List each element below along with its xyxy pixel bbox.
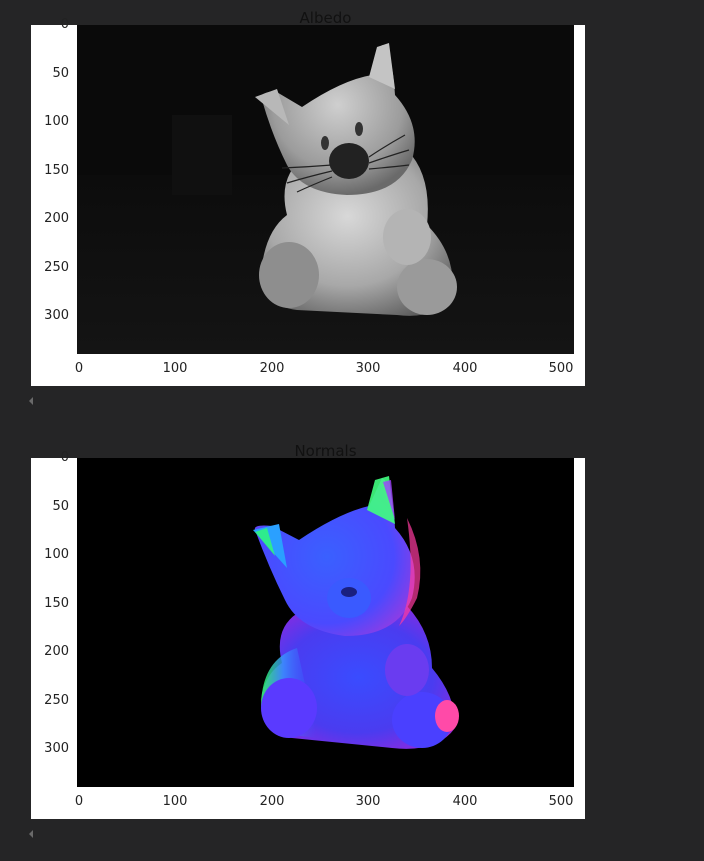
- y-tick-label: 50: [52, 66, 69, 81]
- albedo-figure: Albedo 0 50 100 150 200 250 300 0 100 20…: [31, 9, 585, 386]
- y-tick-label: 0: [60, 450, 69, 465]
- normals-image: [77, 458, 574, 787]
- y-tick-label: 200: [44, 644, 69, 659]
- x-tick-label: 0: [74, 794, 84, 809]
- y-tick-label: 150: [44, 596, 69, 611]
- x-tick-label: 100: [162, 361, 188, 376]
- x-tick-label: 500: [548, 361, 574, 376]
- x-tick-label: 200: [259, 361, 285, 376]
- x-tick-label: 300: [355, 361, 381, 376]
- y-tick-label: 50: [52, 499, 69, 514]
- x-tick-label: 500: [548, 794, 574, 809]
- y-tick-label: 100: [44, 114, 69, 129]
- x-tick-label: 300: [355, 794, 381, 809]
- y-tick-label: 300: [44, 741, 69, 756]
- normals-figure: Normals 0 50 100 150 200 250 300 0 100 2…: [31, 442, 585, 819]
- scroll-left-icon[interactable]: [29, 397, 33, 405]
- y-tick-label: 0: [60, 17, 69, 32]
- scroll-left-icon[interactable]: [29, 830, 33, 838]
- x-tick-label: 200: [259, 794, 285, 809]
- y-tick-label: 200: [44, 211, 69, 226]
- x-tick-label: 0: [74, 361, 84, 376]
- x-tick-label: 400: [452, 794, 478, 809]
- albedo-image: [77, 25, 574, 354]
- y-tick-label: 300: [44, 308, 69, 323]
- x-tick-label: 100: [162, 794, 188, 809]
- y-tick-label: 250: [44, 693, 69, 708]
- x-tick-label: 400: [452, 361, 478, 376]
- y-tick-label: 250: [44, 260, 69, 275]
- y-tick-label: 150: [44, 163, 69, 178]
- y-tick-label: 100: [44, 547, 69, 562]
